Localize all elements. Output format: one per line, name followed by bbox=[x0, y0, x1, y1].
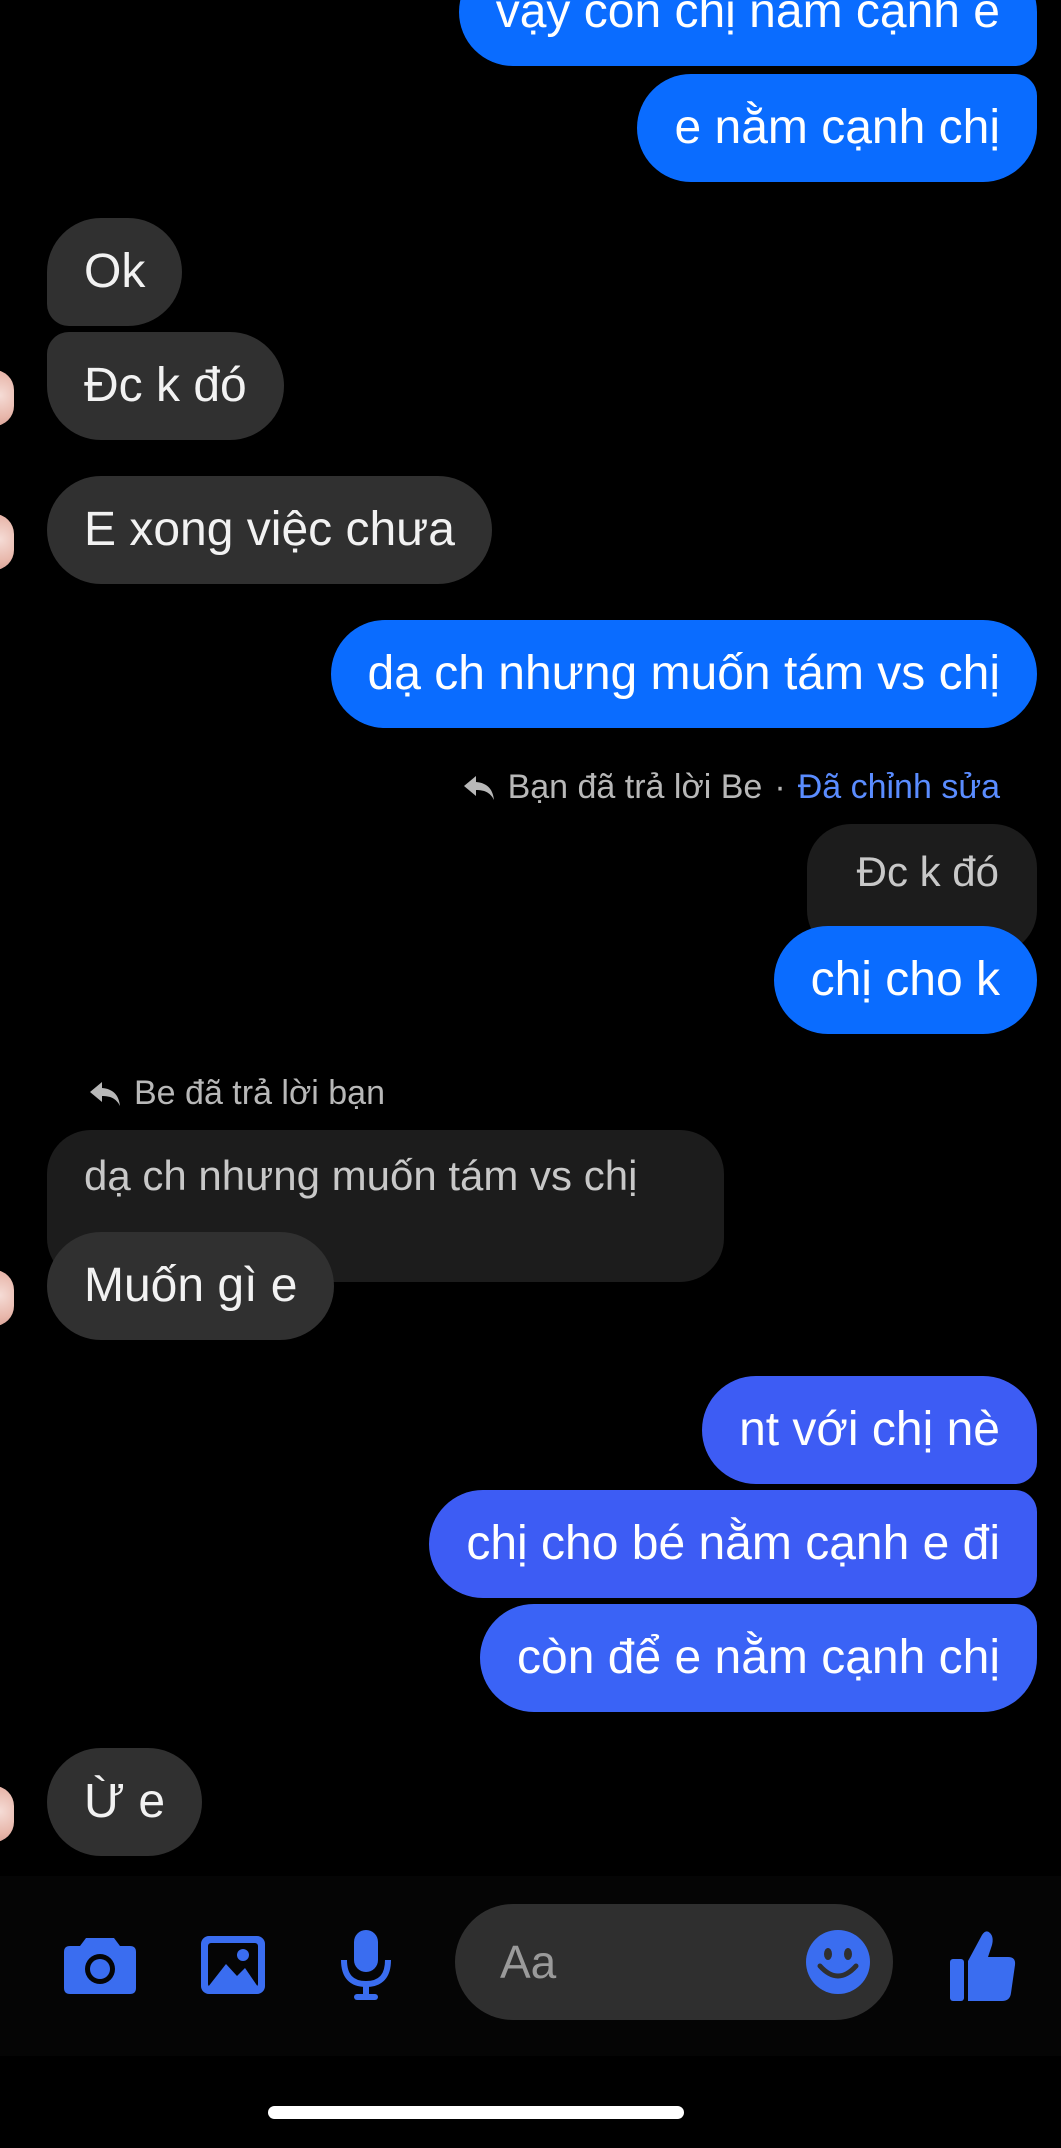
received-message[interactable]: Ok bbox=[47, 218, 183, 326]
sent-message[interactable]: dạ ch nhưng muốn tám vs chị bbox=[330, 620, 1037, 728]
reply-meta-sent: Bạn đã trả lời Be · Đã chỉnh sửa bbox=[462, 768, 1000, 807]
sent-message[interactable]: vậy còn chị nằm cạnh e bbox=[458, 0, 1037, 66]
reply-arrow-icon bbox=[463, 775, 494, 800]
sent-message[interactable]: e nằm cạnh chị bbox=[637, 74, 1037, 182]
reply-meta-received: Be đã trả lời bạn bbox=[88, 1074, 385, 1113]
reply-meta-separator: · bbox=[774, 768, 786, 806]
contact-avatar[interactable] bbox=[0, 1786, 14, 1842]
reply-meta-label: Bạn đã trả lời Be bbox=[507, 768, 763, 806]
home-indicator[interactable] bbox=[268, 2106, 684, 2119]
microphone-icon[interactable] bbox=[336, 1928, 396, 2002]
received-message[interactable]: Ừ e bbox=[47, 1748, 203, 1856]
thumbs-up-icon[interactable] bbox=[946, 1926, 1020, 2004]
sent-message[interactable]: nt với chị nè bbox=[702, 1376, 1037, 1484]
sent-message[interactable]: chị cho k bbox=[773, 926, 1037, 1034]
received-message[interactable]: E xong việc chưa bbox=[47, 476, 492, 584]
emoji-icon[interactable] bbox=[804, 1928, 872, 1996]
camera-icon[interactable] bbox=[60, 1930, 140, 2000]
sent-message[interactable]: chị cho bé nằm cạnh e đi bbox=[429, 1490, 1037, 1598]
photo-icon[interactable] bbox=[198, 1932, 268, 1998]
contact-avatar[interactable] bbox=[0, 514, 14, 570]
sent-message[interactable]: còn để e nằm cạnh chị bbox=[480, 1604, 1037, 1712]
contact-avatar[interactable] bbox=[0, 1270, 14, 1326]
contact-avatar[interactable] bbox=[0, 370, 14, 426]
edited-label[interactable]: Đã chỉnh sửa bbox=[798, 768, 1000, 807]
reply-meta-label: Be đã trả lời bạn bbox=[134, 1074, 385, 1112]
reply-arrow-icon bbox=[90, 1081, 120, 1106]
received-message[interactable]: Muốn gì e bbox=[47, 1232, 335, 1340]
received-message[interactable]: Đc k đó bbox=[47, 332, 284, 440]
actions-icon[interactable] bbox=[0, 1950, 4, 1978]
